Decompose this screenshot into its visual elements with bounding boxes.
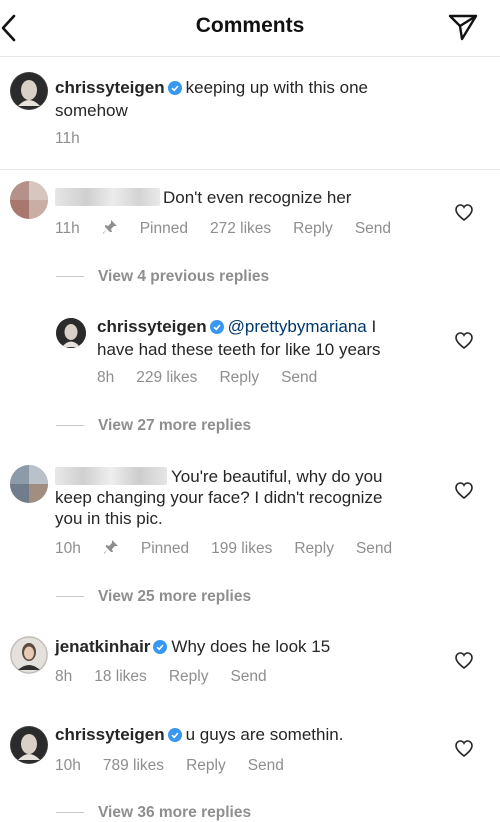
pinned-text: Pinned bbox=[140, 540, 190, 557]
view-replies-label: View 27 more replies bbox=[98, 417, 252, 434]
comment-text-line2: keep changing your face? I didn't recogn… bbox=[55, 488, 383, 507]
comment-time: 8h bbox=[97, 369, 115, 386]
verified-badge-icon bbox=[153, 638, 168, 659]
pinned-text: Pinned bbox=[139, 220, 188, 237]
comment-time: 10h bbox=[55, 757, 81, 774]
comment-text: You're beautiful, why do you keep changi… bbox=[55, 466, 455, 529]
pinned-label: Pinned bbox=[103, 539, 189, 560]
comment-text: jenatkinhair Why does he look 15 bbox=[55, 636, 455, 659]
reply-button[interactable]: Reply bbox=[186, 757, 226, 775]
likes-count[interactable]: 199 likes bbox=[211, 540, 272, 558]
pinned-label: Pinned bbox=[102, 219, 188, 240]
verified-badge-icon bbox=[167, 726, 182, 747]
send-button[interactable]: Send bbox=[248, 757, 284, 775]
view-replies-button[interactable]: View 36 more replies bbox=[56, 804, 251, 822]
likes-count[interactable]: 229 likes bbox=[136, 369, 197, 387]
header-bar: Comments bbox=[0, 0, 500, 57]
comment-text-line1: You're beautiful, why do you bbox=[171, 467, 383, 486]
comment-meta: 11h Pinned 272 likes Reply Send bbox=[55, 219, 413, 240]
mention-link[interactable]: @prettybymariana bbox=[228, 317, 367, 336]
view-replies-label: View 36 more replies bbox=[98, 804, 252, 821]
reply-text-line2: have had these teeth for like 10 years bbox=[97, 340, 381, 359]
comment-meta: 10h 789 likes Reply Send bbox=[55, 757, 306, 775]
view-replies-label: View 25 more replies bbox=[98, 588, 252, 605]
reply-text: chrissyteigen @prettybymariana I have had… bbox=[97, 316, 437, 360]
comment-body: u guys are somethin. bbox=[185, 725, 344, 744]
page-title: Comments bbox=[195, 14, 305, 37]
avatar[interactable] bbox=[10, 72, 48, 110]
like-heart-icon[interactable] bbox=[455, 204, 473, 222]
caption-meta: 11h bbox=[55, 130, 102, 148]
caption-username[interactable]: chrissyteigen bbox=[55, 78, 165, 97]
avatar[interactable] bbox=[10, 726, 48, 764]
comment-time: 10h bbox=[55, 540, 81, 557]
like-heart-icon[interactable] bbox=[455, 482, 473, 500]
thread-line bbox=[56, 425, 84, 427]
like-heart-icon[interactable] bbox=[455, 652, 473, 670]
send-button[interactable]: Send bbox=[230, 668, 266, 686]
comment-text-line3: you in this pic. bbox=[55, 509, 163, 528]
view-replies-label: View 4 previous replies bbox=[98, 268, 270, 285]
comment-meta: 10h Pinned 199 likes Reply Send bbox=[55, 539, 414, 560]
likes-count[interactable]: 272 likes bbox=[210, 220, 271, 238]
verified-badge-icon bbox=[167, 79, 182, 100]
comment-text: chrissyteigen u guys are somethin. bbox=[55, 724, 455, 747]
like-heart-icon[interactable] bbox=[455, 740, 473, 758]
verified-badge-icon bbox=[209, 318, 224, 339]
reply-button[interactable]: Reply bbox=[169, 668, 209, 686]
view-replies-button[interactable]: View 4 previous replies bbox=[56, 268, 269, 286]
avatar[interactable] bbox=[56, 318, 86, 348]
reply-button[interactable]: Reply bbox=[293, 220, 333, 238]
likes-count[interactable]: 18 likes bbox=[94, 668, 147, 686]
caption-text-line1: keeping up with this one bbox=[185, 78, 369, 97]
caption-divider bbox=[0, 169, 500, 170]
caption-time: 11h bbox=[55, 130, 80, 147]
pin-icon bbox=[102, 219, 118, 240]
reply-username[interactable]: chrissyteigen bbox=[97, 317, 207, 336]
view-replies-button[interactable]: View 25 more replies bbox=[56, 588, 251, 606]
send-button[interactable]: Send bbox=[281, 369, 317, 387]
caption-text-line2: somehow bbox=[55, 101, 128, 120]
thread-line bbox=[56, 276, 84, 278]
avatar[interactable] bbox=[10, 465, 48, 503]
thread-line bbox=[56, 812, 84, 814]
comment-body: Why does he look 15 bbox=[171, 637, 331, 656]
send-button[interactable]: Send bbox=[356, 540, 392, 558]
reply-button[interactable]: Reply bbox=[219, 369, 259, 387]
pin-icon bbox=[103, 539, 119, 560]
avatar[interactable] bbox=[10, 181, 48, 219]
share-button[interactable] bbox=[446, 12, 480, 42]
thread-line bbox=[56, 596, 84, 598]
comment-text: Don't even recognize her bbox=[163, 188, 352, 207]
comment-username[interactable]: chrissyteigen bbox=[55, 725, 165, 744]
caption-text: chrissyteigen keeping up with this one so… bbox=[55, 77, 455, 121]
comment-time: 11h bbox=[55, 220, 80, 237]
comment-username[interactable]: jenatkinhair bbox=[55, 637, 150, 656]
blurred-username bbox=[55, 188, 160, 206]
comment-time: 8h bbox=[55, 668, 73, 685]
reply-button[interactable]: Reply bbox=[294, 540, 334, 558]
comment-meta: 8h 18 likes Reply Send bbox=[55, 668, 289, 686]
avatar[interactable] bbox=[10, 636, 48, 674]
paper-plane-icon bbox=[448, 14, 478, 41]
reply-text-line1: I bbox=[366, 317, 377, 336]
view-replies-button[interactable]: View 27 more replies bbox=[56, 417, 251, 435]
reply-meta: 8h 229 likes Reply Send bbox=[97, 369, 339, 387]
likes-count[interactable]: 789 likes bbox=[103, 757, 164, 775]
like-heart-icon[interactable] bbox=[455, 332, 473, 350]
send-button[interactable]: Send bbox=[355, 220, 391, 238]
